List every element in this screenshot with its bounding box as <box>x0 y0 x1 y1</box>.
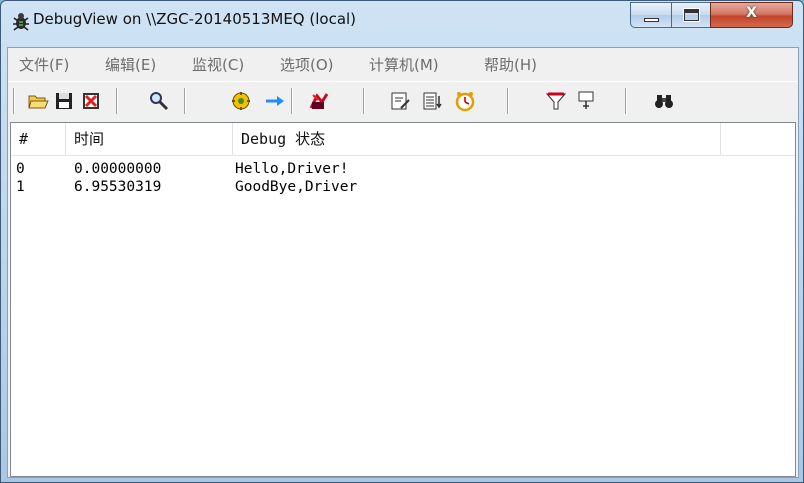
client-area: 文件(F) 编辑(E) 监视(C) 选项(O) 计算机(M) 帮助(H) # 时… <box>7 47 799 478</box>
toolbar <box>8 81 798 120</box>
row-message: Hello,Driver! <box>235 161 349 177</box>
row-number: 1 <box>16 179 25 195</box>
close-button[interactable]: X <box>710 2 793 28</box>
minimize-icon <box>644 18 659 22</box>
bug-icon <box>13 13 29 31</box>
highlight-icon[interactable] <box>575 90 597 112</box>
maximize-icon <box>683 8 700 22</box>
close-icon: X <box>746 5 757 21</box>
menu-capture[interactable]: 监视(C) <box>192 54 244 75</box>
table-header: # 时间 Debug 状态 <box>11 123 795 156</box>
minimize-button[interactable] <box>630 2 672 28</box>
save-icon[interactable] <box>53 90 75 112</box>
toolbar-separator <box>116 88 118 114</box>
capture-icon[interactable] <box>230 90 252 112</box>
autoscroll-icon[interactable] <box>264 90 286 112</box>
clock-time-icon[interactable] <box>454 90 476 112</box>
column-header-time[interactable]: 时间 <box>66 123 233 155</box>
toolbar-separator <box>363 88 365 114</box>
filter-icon[interactable] <box>545 90 567 112</box>
toolbar-separator <box>291 88 293 114</box>
title-bar[interactable]: DebugView on \\ZGC-20140513MEQ (local) X <box>1 1 803 41</box>
menu-bar: 文件(F) 编辑(E) 监视(C) 选项(O) 计算机(M) 帮助(H) <box>8 48 798 78</box>
menu-edit[interactable]: 编辑(E) <box>105 54 156 75</box>
row-message: GoodBye,Driver <box>235 179 358 195</box>
edit-filter-icon[interactable] <box>389 90 411 112</box>
binoculars-icon[interactable] <box>653 90 675 112</box>
toolbar-separator <box>184 88 186 114</box>
find-icon[interactable] <box>148 90 170 112</box>
toolbar-separator <box>507 88 509 114</box>
capture-kernel-icon[interactable] <box>308 90 330 112</box>
menu-help[interactable]: 帮助(H) <box>484 54 537 75</box>
row-time: 6.95530319 <box>74 179 162 195</box>
menu-computer[interactable]: 计算机(M) <box>369 54 439 75</box>
column-header-debug-status[interactable]: Debug 状态 <box>233 123 721 155</box>
row-time: 0.00000000 <box>74 161 162 177</box>
toolbar-separator <box>13 88 15 114</box>
open-folder-icon[interactable] <box>27 90 49 112</box>
row-number: 0 <box>16 161 25 177</box>
debugview-window: DebugView on \\ZGC-20140513MEQ (local) X… <box>0 0 804 483</box>
column-header-number[interactable]: # <box>11 123 66 155</box>
toolbar-separator <box>625 88 627 114</box>
history-icon[interactable] <box>421 90 443 112</box>
clear-icon[interactable] <box>80 90 102 112</box>
window-title: DebugView on \\ZGC-20140513MEQ (local) <box>33 10 357 28</box>
table-row[interactable]: 0 0.00000000 Hello,Driver! <box>11 160 795 178</box>
maximize-button[interactable] <box>671 2 711 28</box>
menu-file[interactable]: 文件(F) <box>19 54 69 75</box>
log-table[interactable]: # 时间 Debug 状态 0 0.00000000 Hello,Driver!… <box>10 122 796 477</box>
menu-options[interactable]: 选项(O) <box>280 54 334 75</box>
table-row[interactable]: 1 6.95530319 GoodBye,Driver <box>11 178 795 196</box>
